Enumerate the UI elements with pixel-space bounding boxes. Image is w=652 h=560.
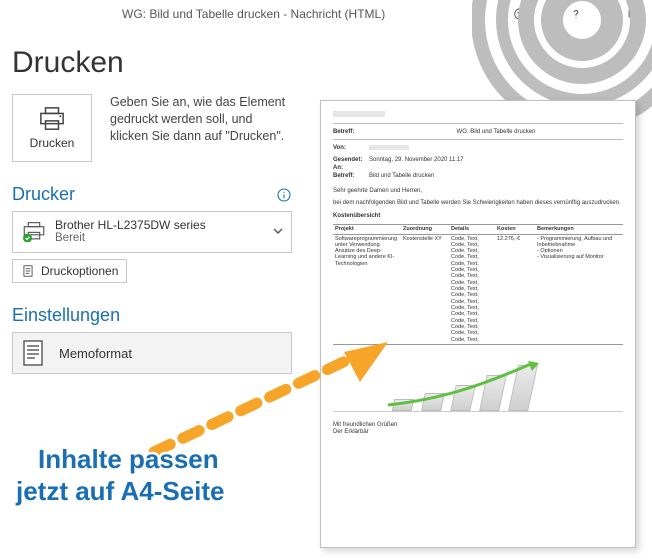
help-icon[interactable] <box>562 2 590 26</box>
section-printer-heading: Drucker <box>12 184 292 205</box>
print-options-button[interactable]: Druckoptionen <box>12 259 127 283</box>
printer-icon <box>37 106 67 132</box>
memo-format-button[interactable]: Memoformat <box>12 332 292 374</box>
section-settings-heading: Einstellungen <box>12 305 292 326</box>
smile-icon[interactable] <box>506 2 534 26</box>
preview-page[interactable]: Betreff:WG: Bild und Tabelle drucken Von… <box>320 100 636 548</box>
print-button[interactable]: Drucken <box>12 94 92 162</box>
prv-table: Projekt Zuordnung Details Kosten Bemerku… <box>333 224 623 345</box>
prv-chart <box>333 355 623 412</box>
options-icon <box>21 264 35 278</box>
info-icon[interactable] <box>276 187 292 203</box>
prv-closing1: Mit freundlichen Grüßen <box>333 422 623 429</box>
preview-pane: Betreff:WG: Bild und Tabelle drucken Von… <box>320 100 640 548</box>
printer-select[interactable]: Brother HL-L2375DW series Bereit <box>12 211 292 253</box>
prv-subject: WG: Bild und Tabelle drucken <box>369 129 623 136</box>
print-description: Geben Sie an, wie das Element gedruckt w… <box>110 94 292 162</box>
prv-table-title: Kostenübersicht <box>333 213 623 220</box>
prv-td-ord: Kostenstelle XY <box>401 234 449 344</box>
minimize-icon[interactable] <box>590 2 618 26</box>
prv-th-cost: Kosten <box>495 225 535 234</box>
window-title: WG: Bild und Tabelle drucken - Nachricht… <box>122 7 385 21</box>
chevron-down-icon <box>273 225 283 239</box>
prv-sent-label: Gesendet: <box>333 157 369 164</box>
section-settings-label: Einstellungen <box>12 305 120 326</box>
prv-td-rem: - Programmierung, Aufbau und Inbetriebna… <box>535 234 623 344</box>
frown-icon[interactable] <box>534 2 562 26</box>
prv-greeting: Sehr geehrte Damen und Herren, <box>333 188 623 195</box>
prv-th-proj: Projekt <box>333 225 401 234</box>
prv-td-proj: Softwareprogrammierung unter Verwendung … <box>333 234 401 344</box>
printer-name: Brother HL-L2375DW series <box>55 219 206 232</box>
maximize-icon[interactable] <box>618 2 646 26</box>
prv-from-label: Von: <box>333 145 369 156</box>
prv-subject-label: Betreff: <box>333 129 369 136</box>
memo-format-label: Memoformat <box>59 346 132 361</box>
prv-th-ord: Zuordnung <box>401 225 449 234</box>
title-bar: WG: Bild und Tabelle drucken - Nachricht… <box>0 0 652 28</box>
section-printer-label: Drucker <box>12 184 75 205</box>
prv-to-label: An: <box>333 165 369 172</box>
printer-status: Bereit <box>55 232 206 245</box>
prv-th-rem: Bemerkungen <box>535 225 623 234</box>
prv-subject2: Bild und Tabelle drucken <box>369 173 623 180</box>
page-title: Drucken <box>12 46 292 80</box>
print-button-label: Drucken <box>30 136 75 150</box>
prv-subject2-label: Betreff: <box>333 173 369 180</box>
left-pane: Drucken Drucken Geben Sie an, wie das El… <box>12 28 292 548</box>
prv-td-cost: 12.276,-€ <box>495 234 535 344</box>
prv-closing2: Der Erklärbär <box>333 429 623 436</box>
print-options-label: Druckoptionen <box>41 264 118 278</box>
prv-sent: Sonntag, 29. November 2020 11:17 <box>369 157 623 164</box>
prv-th-det: Details <box>449 225 495 234</box>
document-icon <box>13 338 53 368</box>
prv-body: bei dem nachfolgenden Bild und Tabelle w… <box>333 200 623 207</box>
printer-status-icon <box>21 221 47 243</box>
prv-td-det: Code, Text, Code, Text, Code, Text, Code… <box>449 234 495 344</box>
